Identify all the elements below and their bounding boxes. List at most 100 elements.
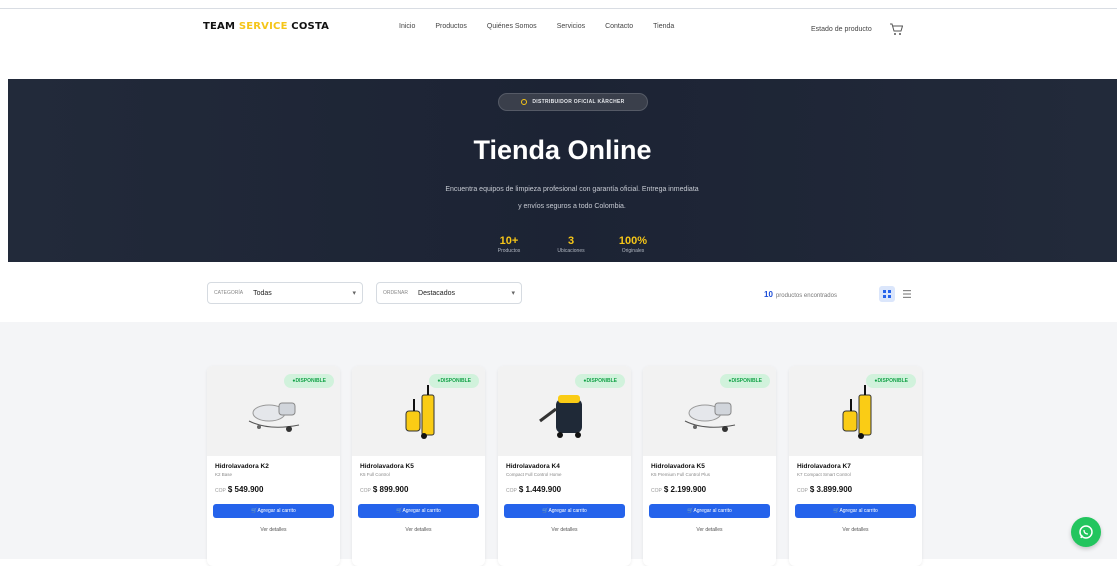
product-model: Compact Full Control Home [506,472,562,477]
availability-text: DISPONIBLE [440,378,471,384]
price-value: $ 3.899.900 [809,485,853,494]
view-details-link[interactable]: Ver detalles [207,527,340,533]
price-value: $ 899.900 [372,485,409,494]
availability-text: DISPONIBLE [731,378,762,384]
product-model: K5 Full Control [360,472,390,477]
badge-dot-icon [521,99,528,105]
page-title: Tienda Online [473,135,652,165]
chevron-down-icon: ▾ [352,290,356,297]
hero-banner: DISTRIBUIDOR OFICIAL KÄRCHER Tienda Onli… [8,79,1117,262]
brand-part-2: SERVICE [238,21,288,32]
product-card[interactable]: ● DISPONIBLE Hidrolavadora K5 K5 Premium… [643,366,776,566]
hero-subtitle: Encuentra equipos de limpieza profesiona… [392,181,752,215]
add-to-cart-label: Agregar al carrito [548,508,587,514]
availability-badge: ● DISPONIBLE [429,374,479,388]
results-count: 10 productos encontrados [764,290,837,299]
add-to-cart-button[interactable]: 🛒 Agregar al carrito [649,504,770,518]
add-to-cart-button[interactable]: 🛒 Agregar al carrito [504,504,625,518]
product-model: K5 Premium Full Control Plus [651,472,711,477]
product-price: COP $ 549.900 [215,485,263,494]
results-count-text: productos encontrados [775,293,837,299]
nav-item-contacto[interactable]: Contacto [605,23,633,30]
price-currency: COP [360,488,371,494]
brand-part-3: COSTA [291,21,330,32]
stat-value: 3 [567,235,575,247]
price-currency: COP [797,488,808,494]
stat-label: Ubicaciones [557,248,585,254]
filter-bar: Categoría Todas ▾ Ordenar Destacados ▾ 1… [0,262,1117,322]
category-select[interactable]: Categoría Todas ▾ [207,282,363,304]
price-value: $ 549.900 [227,485,264,494]
product-name[interactable]: Hidrolavadora K2 [215,463,269,470]
view-details-link[interactable]: Ver detalles [789,527,922,533]
add-to-cart-button[interactable]: 🛒 Agregar al carrito [213,504,334,518]
availability-text: DISPONIBLE [586,378,617,384]
add-to-cart-label: Agregar al carrito [402,508,441,514]
order-select-value: Destacados [418,289,455,297]
grid-view-icon[interactable] [879,286,895,302]
product-card[interactable]: ● DISPONIBLE Hidrolavadora K4 Compact Fu… [498,366,631,566]
product-card[interactable]: ● DISPONIBLE Hidrolavadora K2 K2 Base CO… [207,366,340,566]
availability-badge: ● DISPONIBLE [575,374,625,388]
availability-badge: ● DISPONIBLE [720,374,770,388]
header-actions: Estado de producto [811,21,906,37]
stat-originals: 100% Originales [602,235,664,254]
product-price: COP $ 899.900 [360,485,408,494]
stat-products: 10+ Productos [478,235,540,254]
hero-stats: 10+ Productos 3 Ubicaciones 100% Origina… [478,235,664,254]
availability-badge: ● DISPONIBLE [866,374,916,388]
availability-badge: ● DISPONIBLE [284,374,334,388]
availability-text: DISPONIBLE [295,378,326,384]
add-to-cart-label: Agregar al carrito [257,508,296,514]
add-to-cart-button[interactable]: 🛒 Agregar al carrito [358,504,479,518]
nav-item-quienes-somos[interactable]: Quiénes Somos [487,23,537,30]
add-to-cart-label: Agregar al carrito [693,508,732,514]
price-value: $ 1.449.900 [518,485,562,494]
brand-part-1: TEAM [203,21,236,32]
price-currency: COP [506,488,517,494]
product-price: COP $ 1.449.900 [506,485,561,494]
nav-item-tienda[interactable]: Tienda [653,23,674,30]
order-select[interactable]: Ordenar Destacados ▾ [376,282,522,304]
badge-label: DISTRIBUIDOR OFICIAL KÄRCHER [532,99,625,105]
hero-subtitle-line-1: Encuentra equipos de limpieza profesiona… [445,186,699,193]
add-to-cart-button[interactable]: 🛒 Agregar al carrito [795,504,916,518]
price-value: $ 2.199.900 [663,485,707,494]
product-name[interactable]: Hidrolavadora K4 [506,463,560,470]
order-select-label: Ordenar [383,290,409,296]
product-card[interactable]: ● DISPONIBLE Hidrolavadora K7 K7 Compact… [789,366,922,566]
view-details-link[interactable]: Ver detalles [643,527,776,533]
brand-logo[interactable]: TEAM SERVICE COSTA [203,21,329,32]
product-status-link[interactable]: Estado de producto [811,26,872,33]
list-view-icon[interactable] [899,286,915,302]
stat-value: 100% [618,235,648,247]
whatsapp-icon[interactable] [1071,517,1101,547]
product-price: COP $ 3.899.900 [797,485,852,494]
official-distributor-badge: DISTRIBUIDOR OFICIAL KÄRCHER [498,93,648,111]
stat-label: Originales [621,248,645,254]
product-name[interactable]: Hidrolavadora K7 [797,463,851,470]
hero-subtitle-line-2: y envíos seguros a todo Colombia. [518,203,626,210]
nav-item-inicio[interactable]: Inicio [399,23,415,30]
product-name[interactable]: Hidrolavadora K5 [651,463,705,470]
price-currency: COP [215,488,226,494]
nav-item-productos[interactable]: Productos [435,23,467,30]
results-count-number: 10 [764,290,773,299]
chevron-down-icon: ▾ [511,290,515,297]
category-select-value: Todas [253,289,272,297]
add-to-cart-label: Agregar al carrito [839,508,878,514]
main-nav: Inicio Productos Quiénes Somos Servicios… [399,23,694,30]
stat-label: Productos [497,248,521,254]
category-select-label: Categoría [214,290,244,296]
site-header: TEAM SERVICE COSTA Inicio Productos Quié… [0,9,1117,45]
product-model: K7 Compact Smart Control [797,472,851,477]
view-details-link[interactable]: Ver detalles [352,527,485,533]
product-card[interactable]: ● DISPONIBLE Hidrolavadora K5 K5 Full Co… [352,366,485,566]
product-price: COP $ 2.199.900 [651,485,706,494]
product-name[interactable]: Hidrolavadora K5 [360,463,414,470]
view-details-link[interactable]: Ver detalles [498,527,631,533]
availability-text: DISPONIBLE [877,378,908,384]
cart-icon[interactable] [886,21,906,37]
stat-value: 10+ [499,235,519,247]
nav-item-servicios[interactable]: Servicios [557,23,585,30]
